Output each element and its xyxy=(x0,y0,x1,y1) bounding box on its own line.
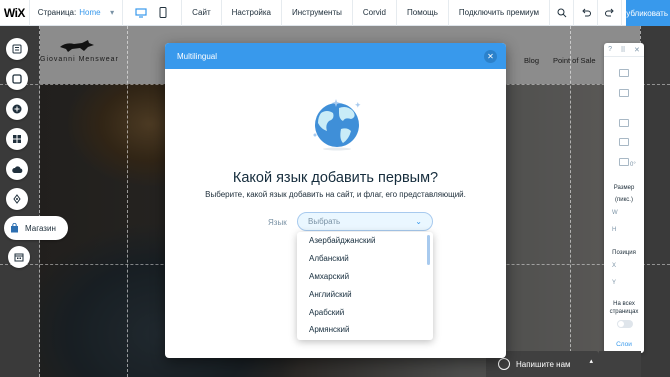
undo-icon[interactable] xyxy=(574,0,598,26)
chevron-down-icon: ⌄ xyxy=(415,217,422,226)
dialog-title: Multilingual xyxy=(177,51,218,61)
rotation-value[interactable]: 0° xyxy=(630,162,636,168)
publish-button[interactable]: Опубликовать xyxy=(626,0,670,26)
store-button-label: Магазин xyxy=(25,223,56,233)
language-option[interactable]: Армянский xyxy=(297,321,433,339)
globe-icon xyxy=(313,99,361,151)
drag-handle-icon[interactable]: ⠿ xyxy=(620,46,625,54)
menu-tools[interactable]: Инструменты xyxy=(282,0,353,26)
bookings-icon[interactable] xyxy=(8,246,30,268)
x-label: X xyxy=(612,263,617,269)
language-label: Язык xyxy=(268,218,287,227)
all-pages-toggle[interactable] xyxy=(617,320,633,328)
dialog-header: Multilingual xyxy=(165,43,506,69)
menus-icon[interactable] xyxy=(6,38,28,60)
language-option[interactable]: Азербайджанский xyxy=(297,232,433,250)
copy-icon[interactable] xyxy=(619,69,629,77)
size-label: Размер xyxy=(613,185,635,191)
chat-side-area xyxy=(599,351,641,377)
position-label: Позиция xyxy=(612,250,636,256)
menu-upgrade[interactable]: Подключить премиум xyxy=(449,0,550,26)
store-button[interactable]: Магазин xyxy=(4,216,68,240)
menu-help[interactable]: Помощь xyxy=(397,0,449,26)
editor-top-bar: WiX Страница: Home ▾ Сайт Настройка Инст… xyxy=(0,0,670,26)
apps-icon[interactable] xyxy=(6,128,28,150)
align-icon[interactable] xyxy=(619,138,629,146)
width-label: W xyxy=(612,210,618,216)
close-icon[interactable]: ✕ xyxy=(484,50,497,63)
distribute-icon[interactable] xyxy=(619,158,629,166)
page-selector-label: Страница: xyxy=(37,8,77,17)
properties-panel: ? ⠿ ✕ 0° Размер (пикс.) W H Позиция X Y … xyxy=(604,43,644,353)
height-label: H xyxy=(612,227,617,233)
page-selector-value: Home xyxy=(79,8,101,17)
language-option[interactable]: Английский xyxy=(297,285,433,303)
chevron-down-icon: ▾ xyxy=(110,8,115,17)
panel-header: ? ⠿ ✕ xyxy=(604,43,644,57)
language-option[interactable]: Албанский xyxy=(297,250,433,268)
menu-settings[interactable]: Настройка xyxy=(222,0,282,26)
top-menu: Сайт Настройка Инструменты Corvid Помощь… xyxy=(182,0,550,26)
size-unit: (пикс.) xyxy=(615,197,633,203)
bag-icon xyxy=(11,223,18,233)
close-icon[interactable]: ✕ xyxy=(634,46,640,54)
language-option[interactable]: Арабский xyxy=(297,303,433,321)
mobile-icon[interactable] xyxy=(157,7,169,19)
multilingual-dialog: Multilingual ✕ Какой язык добавить первы… xyxy=(165,43,506,358)
language-select-placeholder: Выбрать xyxy=(308,217,341,226)
guide-line xyxy=(39,26,40,377)
desktop-icon[interactable] xyxy=(135,7,147,19)
dialog-subtitle: Выберите, какой язык добавить на сайт, и… xyxy=(205,190,466,199)
redo-icon[interactable] xyxy=(598,0,622,26)
guide-line xyxy=(570,26,571,377)
help-icon[interactable]: ? xyxy=(608,46,612,53)
page-selector[interactable]: Страница: Home ▾ xyxy=(30,0,124,26)
language-dropdown: Азербайджанский Албанский Амхарский Англ… xyxy=(297,232,433,340)
menu-corvid[interactable]: Corvid xyxy=(353,0,398,26)
layers-link[interactable]: Слои xyxy=(604,341,644,348)
duplicate-icon[interactable] xyxy=(619,119,629,127)
chevron-up-icon: ▴ xyxy=(589,358,593,365)
zoom-icon[interactable] xyxy=(550,0,574,26)
dialog-heading: Какой язык добавить первым? xyxy=(232,170,439,186)
wix-logo[interactable]: WiX xyxy=(0,0,30,26)
blog-icon[interactable] xyxy=(6,188,28,210)
paste-icon[interactable] xyxy=(619,89,629,97)
chat-avatar-icon xyxy=(498,358,510,370)
menu-site[interactable]: Сайт xyxy=(182,0,222,26)
device-switcher xyxy=(123,0,183,26)
all-pages-label: На всех страницах xyxy=(609,301,639,315)
language-select[interactable]: Выбрать ⌄ xyxy=(297,212,433,231)
y-label: Y xyxy=(612,280,617,286)
language-option[interactable]: Амхарский xyxy=(297,268,433,286)
dropdown-scrollbar[interactable] xyxy=(427,235,430,265)
left-sidebar xyxy=(4,38,30,218)
chat-label: Напишите нам xyxy=(516,359,571,369)
upload-icon[interactable] xyxy=(6,158,28,180)
guide-line xyxy=(127,26,128,377)
add-icon[interactable] xyxy=(6,98,28,120)
background-icon[interactable] xyxy=(6,68,28,90)
